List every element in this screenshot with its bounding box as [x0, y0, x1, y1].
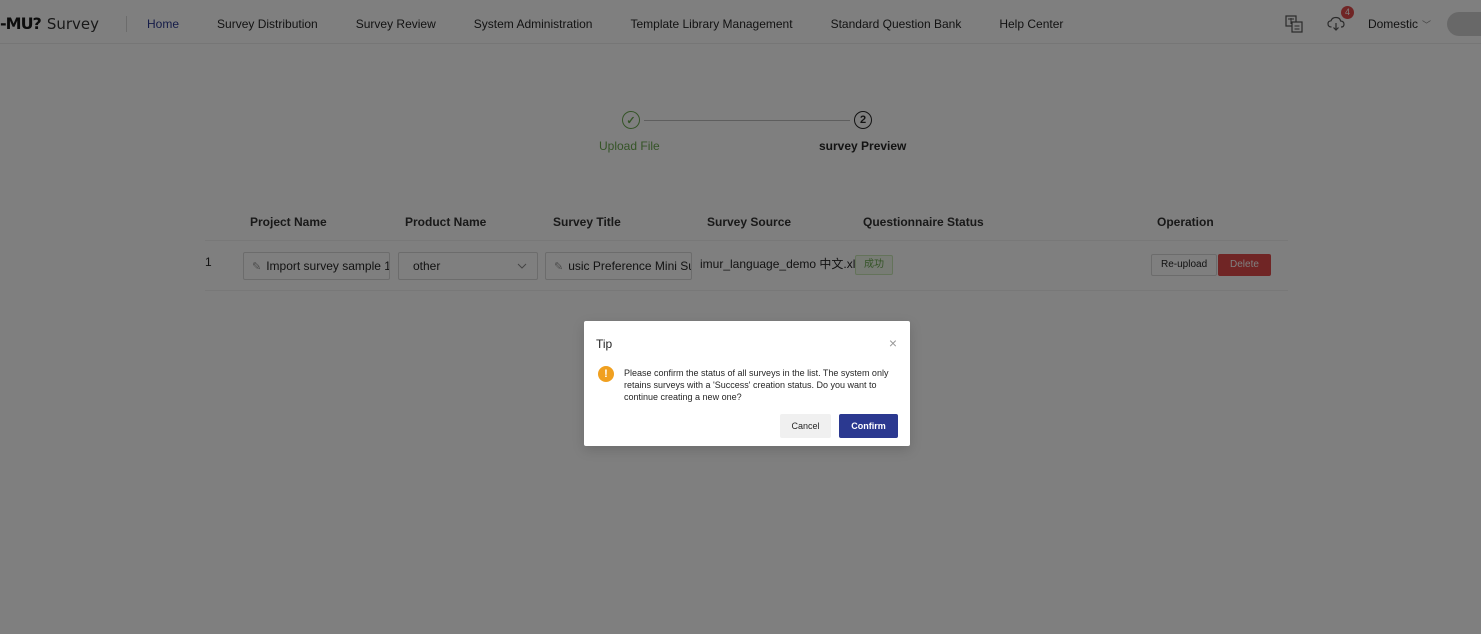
- warning-icon: !: [598, 366, 614, 382]
- confirm-button[interactable]: Confirm: [839, 414, 898, 438]
- dialog-message: Please confirm the status of all surveys…: [624, 368, 889, 402]
- dialog-title: Tip: [596, 337, 613, 351]
- modal-mask[interactable]: [0, 0, 1481, 634]
- close-icon[interactable]: ×: [889, 336, 897, 350]
- tip-dialog: Tip × ! Please confirm the status of all…: [584, 321, 910, 446]
- cancel-button[interactable]: Cancel: [780, 414, 831, 438]
